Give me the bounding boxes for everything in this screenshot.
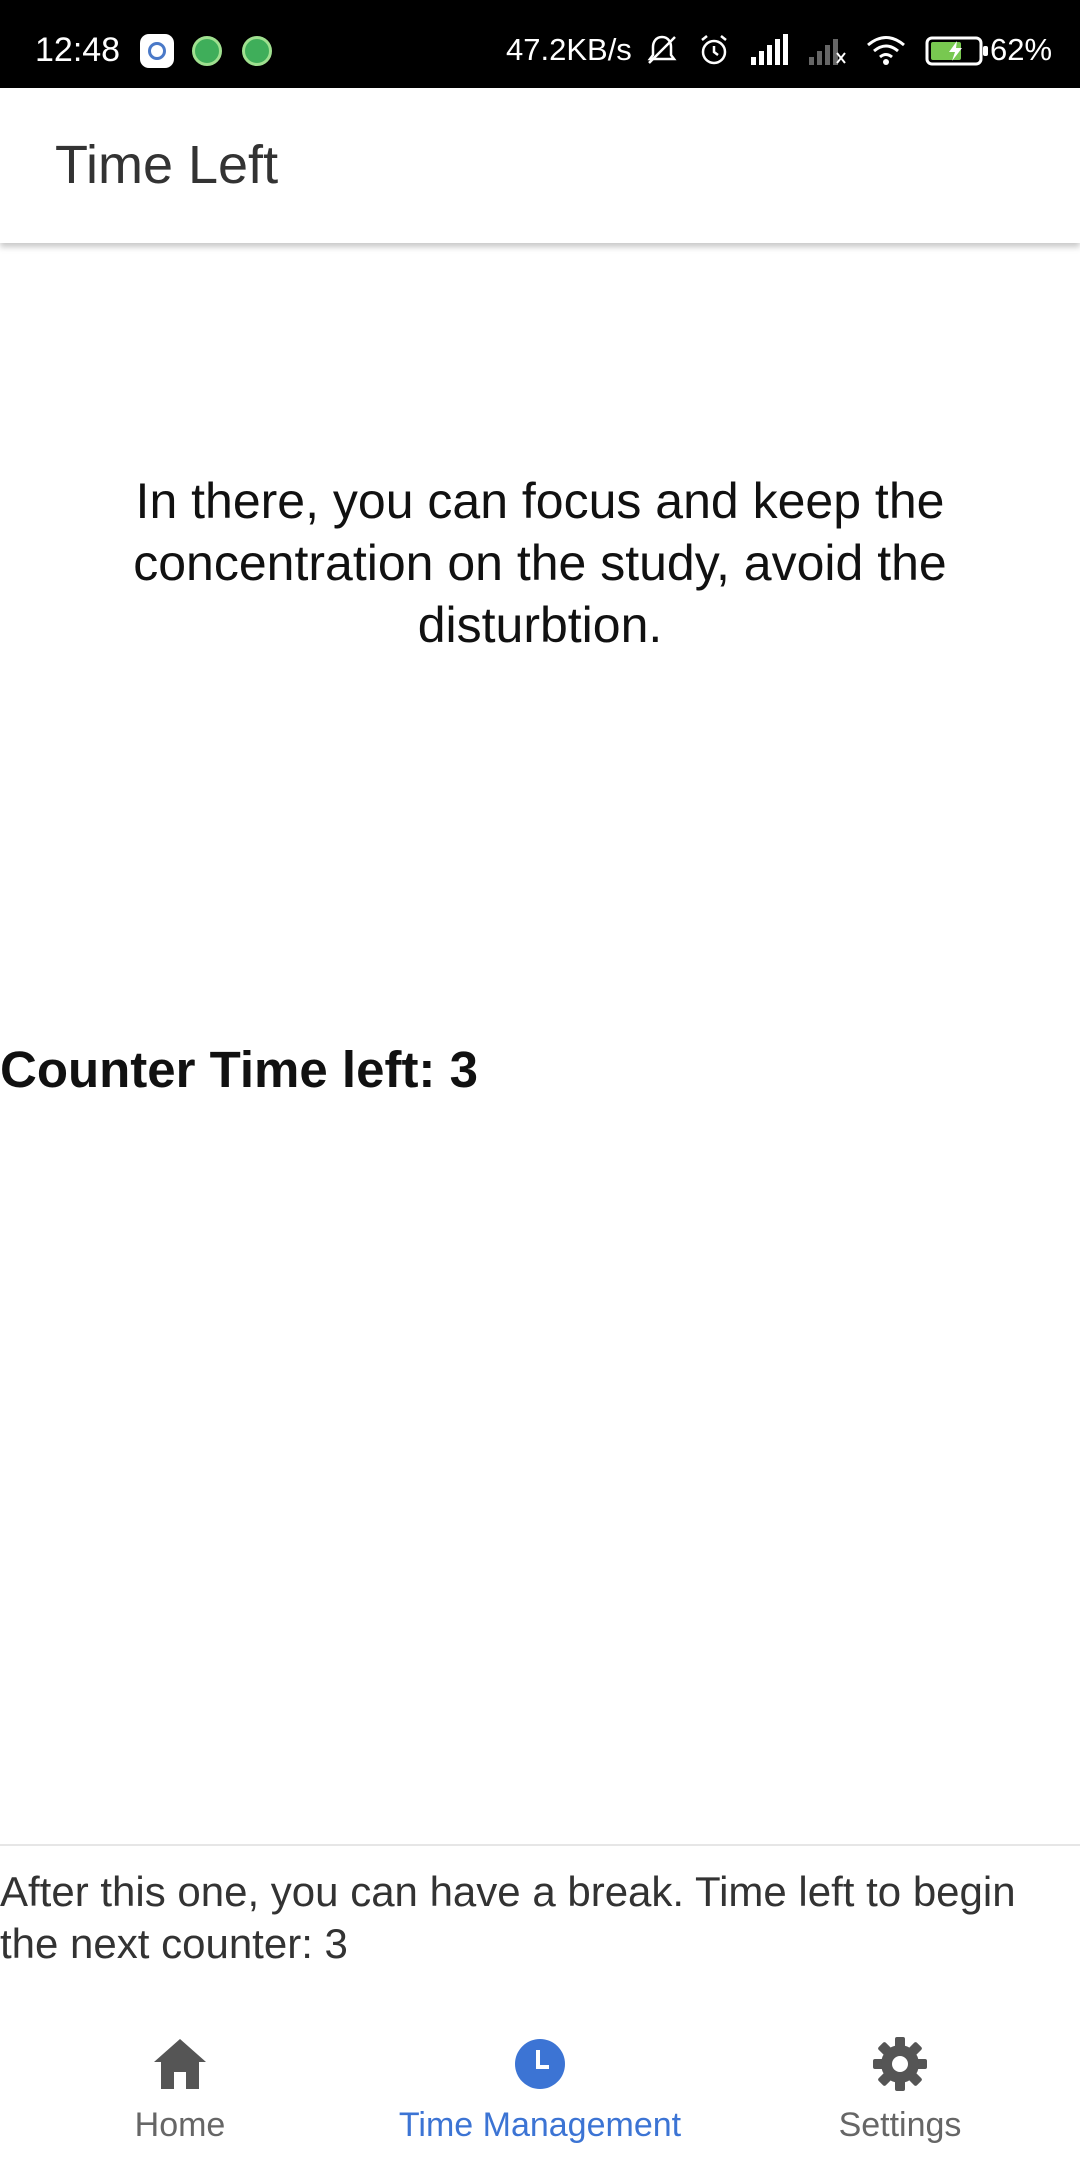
bottom-nav: Home Time Management Settings [0, 2006, 1080, 2158]
nav-label-settings: Settings [838, 2106, 962, 2144]
mute-icon [647, 35, 677, 64]
nav-item-home[interactable]: Home [40, 2006, 320, 2158]
nav-label-home: Home [134, 2106, 226, 2144]
status-time: 12:48 [35, 31, 121, 69]
counter-time-left: Counter Time left: 3 [0, 1041, 478, 1098]
intro-text: In there, you can focus and keep the con… [133, 473, 947, 653]
page-title: Time Left [55, 135, 279, 195]
robot-notification-icon [242, 36, 272, 66]
nav-label-time-management: Time Management [398, 2106, 682, 2144]
signal-icon [751, 34, 788, 65]
nav-item-time-management[interactable]: Time Management [360, 2006, 720, 2158]
battery-charging-icon [925, 36, 988, 66]
break-panel: After this one, you can have a break. Ti… [0, 1844, 1080, 2008]
nav-item-settings[interactable]: Settings [760, 2006, 1040, 2158]
wifi-icon [867, 36, 905, 65]
status-bar: 12:48 47.2KB/s 62% [0, 0, 1080, 88]
battery-percent: 62% [990, 32, 1053, 67]
alarm-icon [701, 35, 727, 65]
network-speed: 47.2KB/s [506, 32, 632, 67]
app-bar: Time Left [0, 88, 1080, 243]
break-text: After this one, you can have a break. Ti… [0, 1868, 1016, 1967]
home-icon [154, 2039, 206, 2089]
settings-notification-icon [140, 34, 174, 68]
status-icons [645, 30, 991, 70]
robot-notification-icon [192, 36, 222, 66]
gear-icon [873, 2037, 927, 2091]
no-signal-icon [809, 39, 846, 65]
clock-icon [515, 2039, 565, 2089]
